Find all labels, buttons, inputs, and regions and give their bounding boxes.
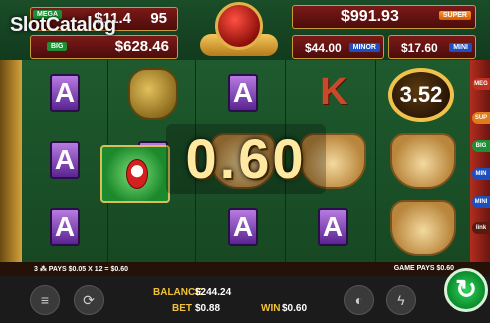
line-pay-text: 3 ⁂ PAYS $0.05 X 12 = $0.60 [34,266,128,273]
autoplay-icon[interactable]: ⟳ [74,285,104,315]
jackpot-super-value: $991.93 [341,8,399,25]
win-value: $0.60 [282,303,308,314]
side-tab-mega: MEG [472,78,490,90]
symbol-k: K [320,71,348,113]
super-tag: SUPER [438,11,471,20]
side-tab-big: BIG [472,140,490,152]
spin-button[interactable]: ↻ [444,268,488,312]
bet-value[interactable]: $0.88 [195,303,220,314]
game-pays-text: GAME PAYS $0.60 [393,265,454,272]
side-tab-minor: MIN [472,168,490,180]
win-amount-display: 0.60 [166,124,326,194]
jackpot-super: $991.93 SUPER [292,5,476,29]
replay-icon[interactable]: ◐ [344,285,374,315]
game-screen: MEGA 95 $11.4 BIG $628.46 SlotCatalog $9… [0,0,490,323]
side-tab-link: link [472,222,490,234]
symbol-a: A [50,74,80,112]
symbol-a: A [50,141,80,179]
watermark: SlotCatalog [10,14,116,36]
jackpot-big: BIG $628.46 [30,35,178,59]
left-decoration [0,60,22,262]
symbol-a: A [318,208,348,246]
side-tab-super: SUP [472,112,490,124]
bet-label: BET [172,303,192,314]
balance-value: $244.24 [195,287,232,298]
symbol-a: A [228,74,258,112]
big-tag: BIG [47,42,68,51]
pay-info-bar: 3 ⁂ PAYS $0.05 X 12 = $0.60 GAME PAYS $0… [0,262,490,276]
symbol-a: A [228,208,258,246]
jackpot-suffix: 95 [150,10,167,27]
side-tab-mini: MINI [472,196,490,208]
mini-tag: MINI [449,43,472,52]
minor-tag: MINOR [348,43,380,52]
gold-bag-symbol-icon [128,68,178,120]
jackpot-minor: $44.00 MINOR [292,35,384,59]
fox-mask-symbol-icon [390,200,456,256]
lightning-icon[interactable]: ϟ [386,285,416,315]
jackpot-minor-value: $44.00 [305,41,342,55]
jackpot-mini: $17.60 MINI [388,35,476,59]
sliders-icon[interactable]: ≡ [30,285,60,315]
dragon-emblem-icon [215,2,263,50]
jackpot-mini-value: $17.60 [401,41,438,55]
daruma-bonus-symbol [100,145,170,203]
win-label: WIN [261,303,281,314]
jackpot-big-value: $628.46 [114,38,169,55]
reel-1: A A A [22,60,108,262]
coin-value: 3.52 [388,68,454,122]
control-bar: ≡ ⟳ BALANCE $244.24 BET $0.88 WIN $0.60 … [0,276,490,323]
spin-arrow-icon: ↻ [455,274,477,304]
fox-mask-symbol-icon [390,133,456,189]
daruma-icon [126,159,148,189]
symbol-a: A [50,208,80,246]
